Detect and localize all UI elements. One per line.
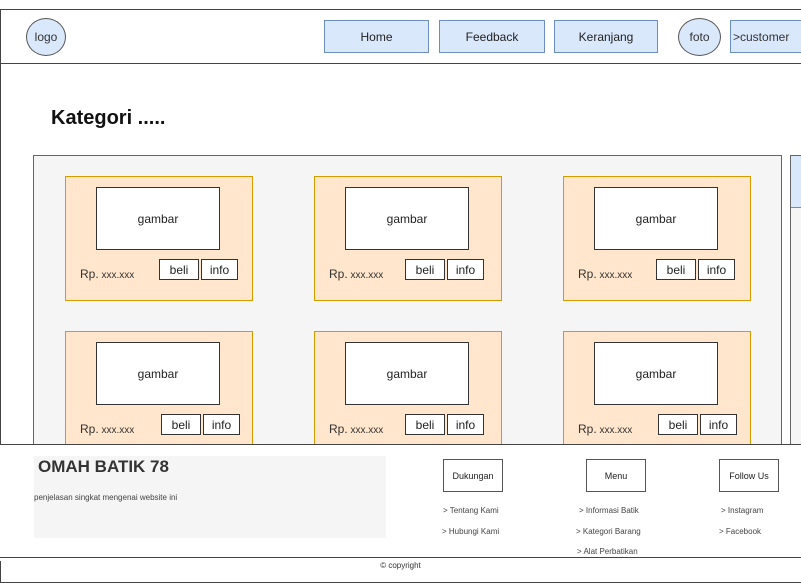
nav-home-button[interactable]: Home <box>324 20 429 53</box>
side-panel-tab[interactable] <box>791 156 801 208</box>
product-image[interactable]: gambar <box>345 187 469 250</box>
info-button[interactable]: info <box>203 414 240 435</box>
logo[interactable]: logo <box>26 18 66 56</box>
footer-link-facebook[interactable]: > Facebook <box>719 527 761 536</box>
buy-button[interactable]: beli <box>405 414 445 435</box>
info-button[interactable]: info <box>698 259 735 280</box>
product-card: gambar Rp. xxx.xxx beli info <box>314 176 502 301</box>
product-card: gambar Rp. xxx.xxx beli info <box>563 331 751 454</box>
product-price: Rp. xxx.xxx <box>80 422 135 436</box>
buy-button[interactable]: beli <box>656 259 696 280</box>
nav-feedback-button[interactable]: Feedback <box>439 20 545 53</box>
footer-link-tentang-kami[interactable]: > Tentang Kami <box>443 506 499 515</box>
header: logo Home Feedback Keranjang foto >custo… <box>1 10 801 64</box>
info-button[interactable]: info <box>700 414 737 435</box>
product-price: Rp. xxx.xxx <box>578 267 633 281</box>
product-image[interactable]: gambar <box>594 187 718 250</box>
nav-keranjang-button[interactable]: Keranjang <box>554 20 658 53</box>
customer-menu-button[interactable]: >customer <box>730 20 801 53</box>
product-image[interactable]: gambar <box>96 342 220 405</box>
footer-link-instagram[interactable]: > Instagram <box>721 506 763 515</box>
footer-brand: OMAH BATIK 78 <box>38 457 169 476</box>
product-grid: gambar Rp. xxx.xxx beli info gambar Rp. … <box>33 155 782 455</box>
footer-description: penjelasan singkat mengenai website ini <box>34 493 178 502</box>
product-card: gambar Rp. xxx.xxx beli info <box>65 176 253 301</box>
copyright-divider <box>0 557 801 558</box>
info-button[interactable]: info <box>447 259 484 280</box>
buy-button[interactable]: beli <box>161 414 201 435</box>
product-price: Rp. xxx.xxx <box>329 422 384 436</box>
footer-menu-heading[interactable]: Menu <box>586 459 646 492</box>
footer-follow-us-heading[interactable]: Follow Us <box>719 459 779 492</box>
product-image[interactable]: gambar <box>96 187 220 250</box>
footer-link-alat-perbatikan[interactable]: > Alat Perbatikan <box>577 547 638 556</box>
product-price: Rp. xxx.xxx <box>329 267 384 281</box>
copyright-text: © copyright <box>380 561 421 570</box>
info-button[interactable]: info <box>201 259 238 280</box>
product-price: Rp. xxx.xxx <box>578 422 633 436</box>
footer-link-informasi-batik[interactable]: > Informasi Batik <box>579 506 639 515</box>
footer-info: OMAH BATIK 78 penjelasan singkat mengena… <box>34 456 386 538</box>
buy-button[interactable]: beli <box>658 414 698 435</box>
buy-button[interactable]: beli <box>405 259 445 280</box>
info-button[interactable]: info <box>447 414 484 435</box>
product-price: Rp. xxx.xxx <box>80 267 135 281</box>
buy-button[interactable]: beli <box>159 259 199 280</box>
product-card: gambar Rp. xxx.xxx beli info <box>65 331 253 454</box>
product-card: gambar Rp. xxx.xxx beli info <box>563 176 751 301</box>
footer-link-kategori-barang[interactable]: > Kategori Barang <box>576 527 641 536</box>
product-image[interactable]: gambar <box>345 342 469 405</box>
product-card: gambar Rp. xxx.xxx beli info <box>314 331 502 454</box>
profile-photo[interactable]: foto <box>678 18 721 56</box>
footer-dukungan-heading[interactable]: Dukungan <box>443 459 503 492</box>
footer-link-hubungi-kami[interactable]: > Hubungi Kami <box>442 527 499 536</box>
page-title: Kategori ..... <box>51 107 166 129</box>
side-panel <box>790 155 801 455</box>
footer: OMAH BATIK 78 penjelasan singkat mengena… <box>0 444 801 561</box>
product-image[interactable]: gambar <box>594 342 718 405</box>
